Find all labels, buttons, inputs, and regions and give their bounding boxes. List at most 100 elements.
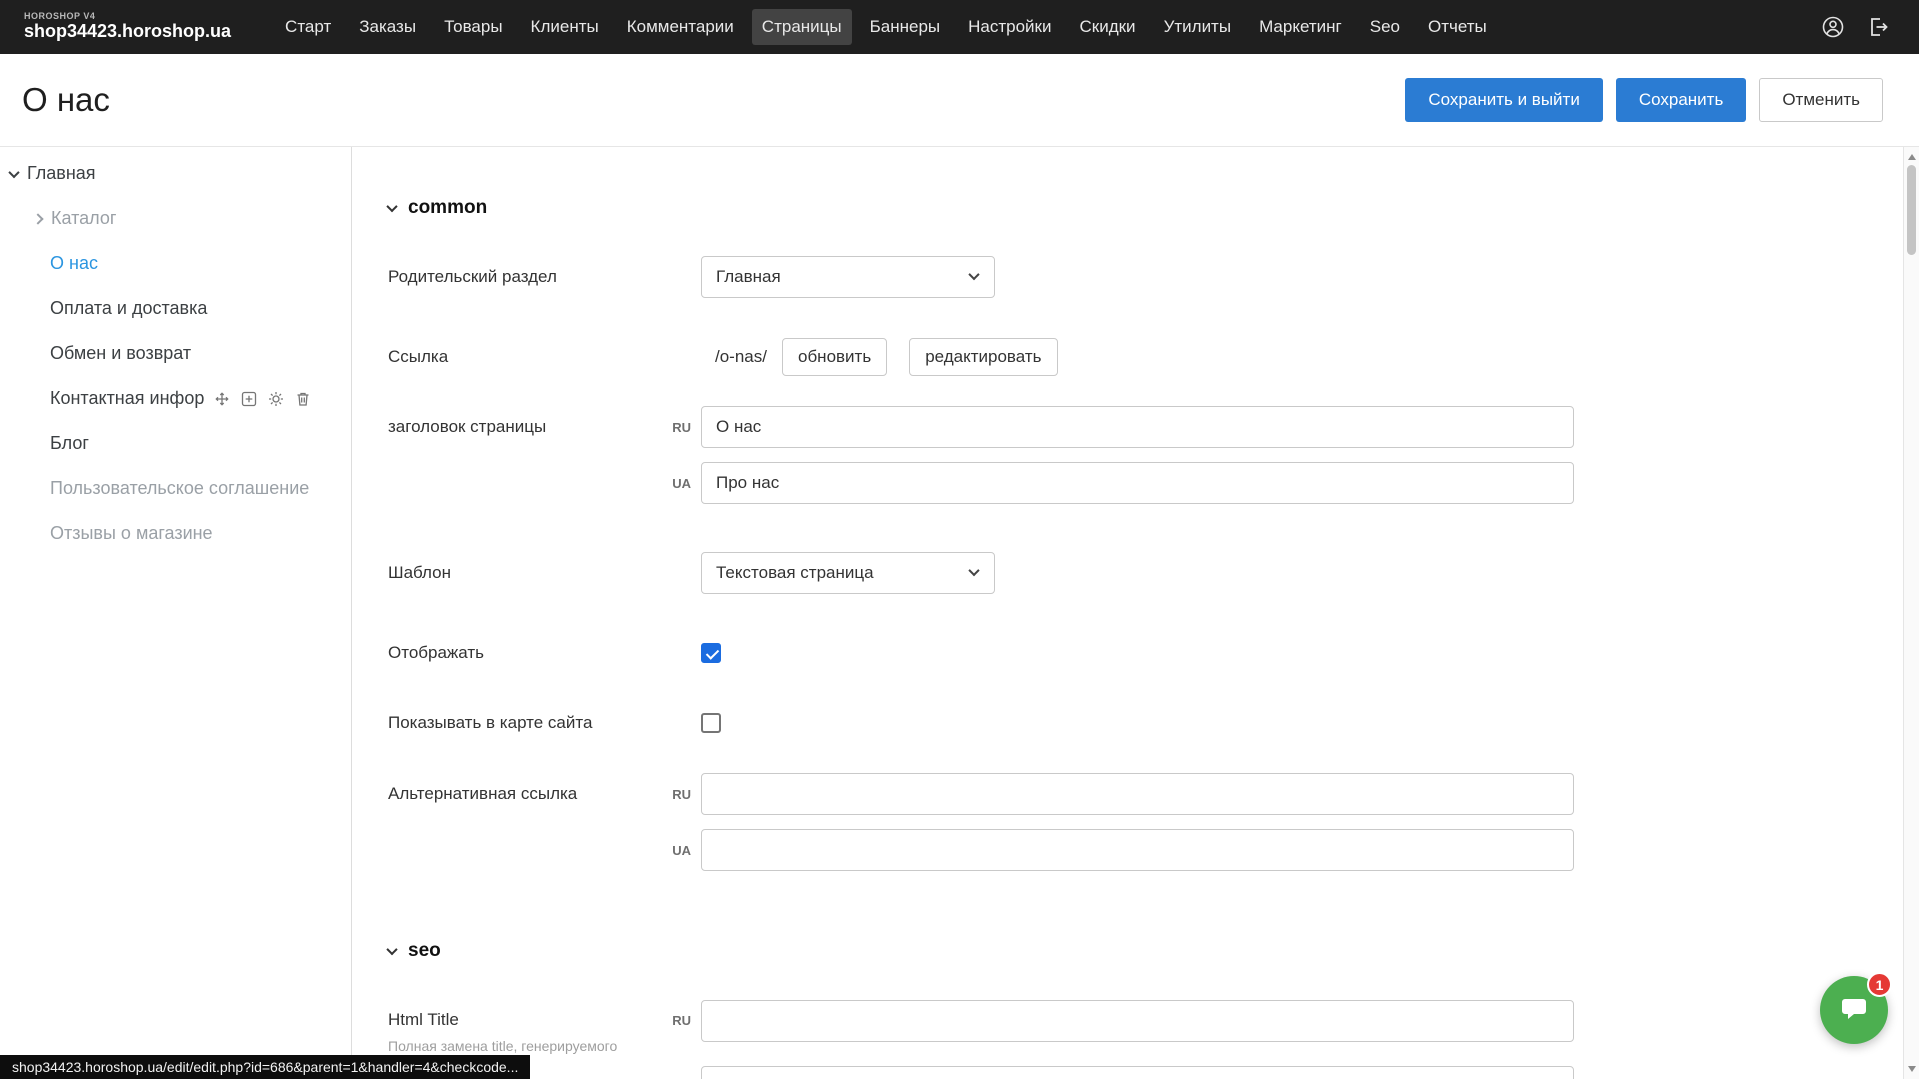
page-title-ua-row: UA (388, 462, 1903, 504)
menu-item-clients[interactable]: Клиенты (521, 9, 609, 45)
display-row: Отображать (388, 642, 1903, 664)
menu-item-reports[interactable]: Отчеты (1418, 9, 1497, 45)
select-value: Текстовая страница (716, 563, 874, 583)
page-header: О нас Сохранить и выйти Сохранить Отмени… (0, 54, 1919, 147)
account-icon[interactable] (1821, 15, 1845, 39)
lang-tag-ru: RU (660, 1000, 701, 1028)
lang-tag-ru: RU (660, 787, 701, 802)
tree-item-catalog[interactable]: Каталог (0, 196, 351, 241)
section-title: seo (408, 940, 441, 962)
brand-domain: shop34423.horoshop.ua (24, 22, 231, 42)
tree-item-label: Контактная инфор (50, 388, 204, 409)
tree-item-label: Главная (27, 163, 96, 184)
menu-item-discounts[interactable]: Скидки (1069, 9, 1145, 45)
brand: HOROSHOP V4 shop34423.horoshop.ua (24, 12, 231, 42)
tree-item-label: Блог (50, 433, 89, 454)
delete-icon[interactable] (295, 391, 311, 407)
menu-item-pages[interactable]: Страницы (752, 9, 852, 45)
field-label: Показывать в карте сайта (388, 713, 701, 733)
menu-item-products[interactable]: Товары (434, 9, 512, 45)
section-common[interactable]: common (388, 197, 1903, 219)
tree-item-label: О нас (50, 253, 98, 274)
tree-item-user-agreement[interactable]: Пользовательское соглашение (0, 466, 351, 511)
link-path-value: /o-nas/ (701, 347, 767, 367)
topbar-icons (1821, 15, 1891, 39)
chat-widget-button[interactable]: 1 (1820, 976, 1888, 1044)
field-label: Альтернативная ссылка (388, 784, 660, 804)
field-label: Отображать (388, 643, 701, 663)
field-label: Html Title (388, 1010, 459, 1029)
header-buttons: Сохранить и выйти Сохранить Отменить (1405, 78, 1883, 122)
html-title-ru-input[interactable] (701, 1000, 1574, 1042)
topbar: HOROSHOP V4 shop34423.horoshop.ua Старт … (0, 0, 1919, 54)
menu-item-banners[interactable]: Баннеры (860, 9, 951, 45)
lang-tag-ua: UA (660, 476, 701, 491)
menu-item-orders[interactable]: Заказы (349, 9, 426, 45)
section-seo[interactable]: seo (388, 940, 1903, 962)
refresh-link-button[interactable]: обновить (782, 338, 887, 376)
scroll-up-icon[interactable] (1908, 154, 1916, 160)
template-row: Шаблон Текстовая страница (388, 552, 1903, 594)
tree-item-blog[interactable]: Блог (0, 421, 351, 466)
alt-link-ru-input[interactable] (701, 773, 1574, 815)
menu-item-comments[interactable]: Комментарии (617, 9, 744, 45)
tree-item-exchange-return[interactable]: Обмен и возврат (0, 331, 351, 376)
link-row: Ссылка /o-nas/ обновить редактировать (388, 338, 1903, 376)
vertical-scrollbar[interactable] (1903, 147, 1919, 1079)
page: HOROSHOP V4 shop34423.horoshop.ua Старт … (0, 0, 1919, 1079)
tree-item-label: Каталог (51, 208, 116, 229)
chat-unread-badge: 1 (1867, 972, 1892, 997)
parent-section-select[interactable]: Главная (701, 256, 995, 298)
menu-item-start[interactable]: Старт (275, 9, 341, 45)
menu-item-marketing[interactable]: Маркетинг (1249, 9, 1352, 45)
select-value: Главная (716, 267, 781, 287)
chevron-down-icon (386, 944, 397, 955)
chevron-down-icon (968, 269, 979, 280)
field-label: заголовок страницы (388, 417, 660, 437)
page-title: О нас (22, 81, 110, 119)
logout-icon[interactable] (1867, 15, 1891, 39)
tree-item-label: Обмен и возврат (50, 343, 191, 364)
page-title-ua-input[interactable] (701, 462, 1574, 504)
page-edit-form: common Родительский раздел Главная Ссылк… (353, 147, 1903, 1079)
menu-item-utilities[interactable]: Утилиты (1154, 9, 1242, 45)
parent-section-row: Родительский раздел Главная (388, 256, 1903, 298)
section-title: common (408, 197, 487, 219)
lang-tag-ru: RU (660, 420, 701, 435)
save-button[interactable]: Сохранить (1616, 78, 1746, 122)
pages-tree-sidebar: Главная Каталог О нас Оплата и доставка … (0, 147, 352, 1079)
field-label: Родительский раздел (388, 267, 701, 287)
alt-link-ua-input[interactable] (701, 829, 1574, 871)
edit-link-button[interactable]: редактировать (909, 338, 1057, 376)
scrollbar-thumb[interactable] (1907, 165, 1916, 255)
tree-item-label: Отзывы о магазине (50, 523, 213, 544)
main-menu: Старт Заказы Товары Клиенты Комментарии … (275, 9, 1497, 45)
chevron-down-icon (386, 201, 397, 212)
chevron-right-icon (32, 213, 43, 224)
tree-item-about-selected[interactable]: О нас (0, 241, 351, 286)
chevron-down-icon (8, 166, 19, 177)
tree-item-contact-info[interactable]: Контактная инфор (0, 376, 351, 421)
save-and-exit-button[interactable]: Сохранить и выйти (1405, 78, 1602, 122)
page-title-ru-row: заголовок страницы RU (388, 406, 1903, 448)
menu-item-seo[interactable]: Seo (1360, 9, 1410, 45)
template-select[interactable]: Текстовая страница (701, 552, 995, 594)
cancel-button[interactable]: Отменить (1759, 78, 1883, 122)
move-icon[interactable] (214, 391, 230, 407)
add-icon[interactable] (241, 391, 257, 407)
tree-item-main[interactable]: Главная (0, 151, 351, 196)
alt-link-ua-row: UA (388, 829, 1903, 871)
sitemap-checkbox[interactable] (701, 713, 721, 733)
chat-bubble-icon (1838, 992, 1870, 1029)
field-note: Полная замена title, генерируемого (388, 1038, 660, 1054)
page-title-ru-input[interactable] (701, 406, 1574, 448)
html-title-ua-input[interactable] (701, 1066, 1574, 1079)
gear-icon[interactable] (268, 391, 284, 407)
tree-item-store-reviews[interactable]: Отзывы о магазине (0, 511, 351, 556)
scroll-down-icon[interactable] (1908, 1066, 1916, 1072)
tree-item-payment-delivery[interactable]: Оплата и доставка (0, 286, 351, 331)
menu-item-settings[interactable]: Настройки (958, 9, 1061, 45)
display-checkbox[interactable] (701, 643, 721, 663)
tree-item-label: Оплата и доставка (50, 298, 207, 319)
alt-link-ru-row: Альтернативная ссылка RU (388, 773, 1903, 815)
